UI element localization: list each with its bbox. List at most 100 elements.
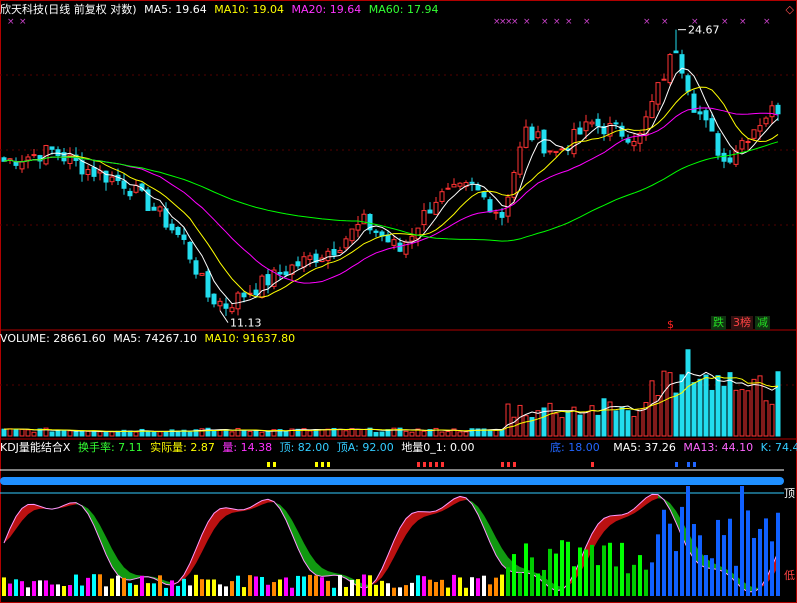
candle-body	[439, 191, 445, 202]
button-3bang[interactable]: 3榜	[731, 316, 753, 330]
kdj-fill	[412, 511, 418, 527]
volume-bar	[7, 428, 13, 437]
marker-x: ×	[19, 17, 27, 27]
volume-bar	[739, 389, 745, 437]
kdj-volume-bar	[314, 575, 318, 596]
diamond-outline-icon[interactable]: ◇	[786, 3, 794, 16]
kdj-volume-bar	[206, 579, 210, 596]
kdj-volume-bar	[452, 574, 456, 596]
marker-x: ×	[523, 17, 531, 27]
kdj-volume-bar	[710, 558, 714, 596]
kdj-volume-bar	[284, 577, 288, 596]
kdj-volume-bar	[416, 575, 420, 596]
candle-body	[571, 128, 577, 155]
volume-bar	[217, 429, 223, 437]
volume-bar	[775, 371, 781, 437]
ma5-value: MA5: 19.64	[144, 3, 207, 16]
kdj-fill	[640, 497, 646, 510]
candle-body	[295, 261, 301, 267]
button-die[interactable]: 跌	[711, 316, 726, 330]
kdj-volume-bar	[650, 562, 654, 596]
k-line	[3, 493, 779, 593]
volume-bar	[595, 414, 601, 437]
volume-bar	[463, 431, 469, 437]
candle-body	[151, 206, 157, 211]
signal-marker	[327, 462, 330, 467]
candle-body	[391, 239, 397, 246]
candle-body	[121, 180, 127, 189]
volume-bar	[751, 378, 757, 437]
kdj-volume-bar	[410, 582, 414, 596]
candle-body	[589, 121, 595, 125]
volume-bar	[649, 380, 655, 437]
kdj-volume-bar	[704, 555, 708, 596]
candle-body	[739, 140, 745, 150]
volume-bar	[769, 403, 775, 437]
kdj-volume-bar	[524, 543, 528, 596]
candle-body	[409, 235, 415, 242]
ma60-value: MA60: 17.94	[368, 3, 439, 16]
kdj-volume-bar	[38, 580, 42, 596]
kdj-volume-bar	[134, 584, 138, 596]
kdj-volume-bar	[428, 579, 432, 596]
kdj-volume-bar	[26, 587, 30, 596]
ma5-line	[3, 67, 779, 305]
kdj-volume-bar	[368, 575, 372, 596]
signal-marker	[441, 462, 444, 467]
kdj-volume-bar	[260, 576, 264, 596]
kdj-fill	[202, 522, 208, 552]
volume-bar	[91, 430, 97, 437]
candle-body	[655, 82, 661, 105]
kdj-volume-bar	[32, 581, 36, 596]
candle-body	[385, 234, 391, 243]
kdj-volume-bar	[506, 567, 510, 596]
kdj-header: KDJ量能结合X 换手率: 7.11 实际量: 2.87 量: 14.38 顶:…	[0, 440, 479, 456]
kdj-volume-bar	[662, 509, 666, 596]
candle-body	[157, 206, 163, 212]
kdj-fill	[652, 494, 658, 501]
button-jian[interactable]: 减	[755, 316, 770, 330]
kdj-volume-bar	[620, 542, 624, 596]
volume-bar	[187, 431, 193, 437]
candle-body	[169, 223, 175, 231]
candle-body	[529, 126, 535, 141]
ma10-value: MA10: 19.04	[214, 3, 285, 16]
volume-bar	[13, 428, 19, 437]
volume-ma5: MA5: 74267.10	[113, 332, 197, 345]
volume-bar	[361, 428, 367, 437]
kdj-volume-bar	[470, 577, 474, 596]
candle-body	[427, 209, 433, 214]
candle-body	[25, 156, 31, 161]
chart-stage: 24.67 11.13 × × × × × × × × × × × × × × × × × $ 欣天科技(日线 前复权…	[0, 0, 797, 603]
signal-marker	[591, 462, 594, 467]
candle-body	[199, 272, 205, 276]
candle-body	[301, 256, 307, 268]
kdj-volume-bar	[290, 587, 294, 596]
volume-bar	[229, 431, 235, 437]
volume-bar	[709, 389, 715, 437]
candle-body	[535, 131, 541, 139]
kdj-volume-bar	[764, 518, 768, 596]
kdj-volume-bar	[248, 575, 252, 596]
candle-body	[625, 138, 631, 143]
kdj-volume-bar	[350, 579, 354, 596]
kdj-volume-bar	[296, 575, 300, 596]
kdj-fill	[484, 515, 490, 543]
candle-body	[475, 185, 481, 191]
candle-body	[43, 145, 49, 165]
kdj-fill	[196, 534, 202, 564]
volume-bar	[625, 410, 631, 437]
kdj-header-right: 底: 18.00 MA5: 37.26 MA13: 44.10 K: 74.45	[550, 440, 797, 456]
kdj-fill	[322, 568, 328, 577]
volume-bar	[85, 430, 91, 437]
dollar-marker: $	[667, 318, 674, 331]
volume-bar	[493, 429, 499, 437]
kdj-volume-bar	[356, 579, 360, 596]
volume-bar	[487, 429, 493, 437]
candle-body	[277, 271, 283, 275]
candle-body	[445, 187, 451, 190]
volume-header: VOLUME: 28661.60 MA5: 74267.10 MA10: 916…	[0, 331, 299, 347]
kdj-volume-bar	[272, 582, 276, 596]
volume-bar	[613, 410, 619, 437]
candle-body	[457, 182, 463, 187]
